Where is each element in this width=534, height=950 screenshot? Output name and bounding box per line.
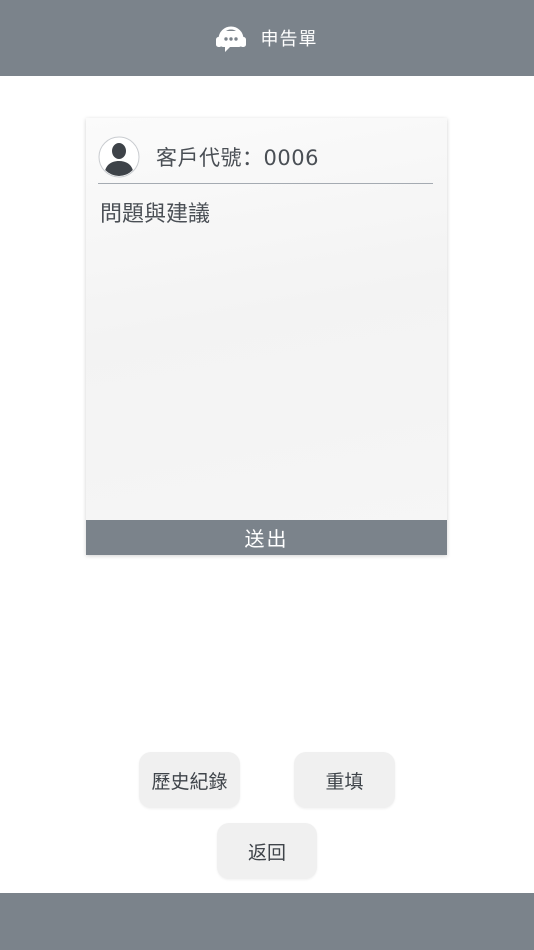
title-group: 申告單 [211,18,318,58]
message-textarea[interactable] [100,200,434,510]
bottom-bar [0,893,534,950]
page-title: 申告單 [260,29,318,50]
report-form-card: 客戶代號：0006 送出 [86,118,447,555]
back-button[interactable]: 返回 [217,823,317,879]
user-avatar-icon [98,136,140,177]
customer-info-row: 客戶代號：0006 [98,130,433,184]
customer-id-label: 客戶代號：0006 [156,145,319,170]
app-screen: 申告單 客戶代號：0006 送出 歷史紀錄 重填 返回 [0,0,534,950]
submit-button[interactable]: 送出 [86,520,447,555]
top-bar: 申告單 [0,0,534,76]
reset-button[interactable]: 重填 [294,752,395,808]
history-button[interactable]: 歷史紀錄 [139,752,240,808]
headset-chat-icon [215,26,246,52]
